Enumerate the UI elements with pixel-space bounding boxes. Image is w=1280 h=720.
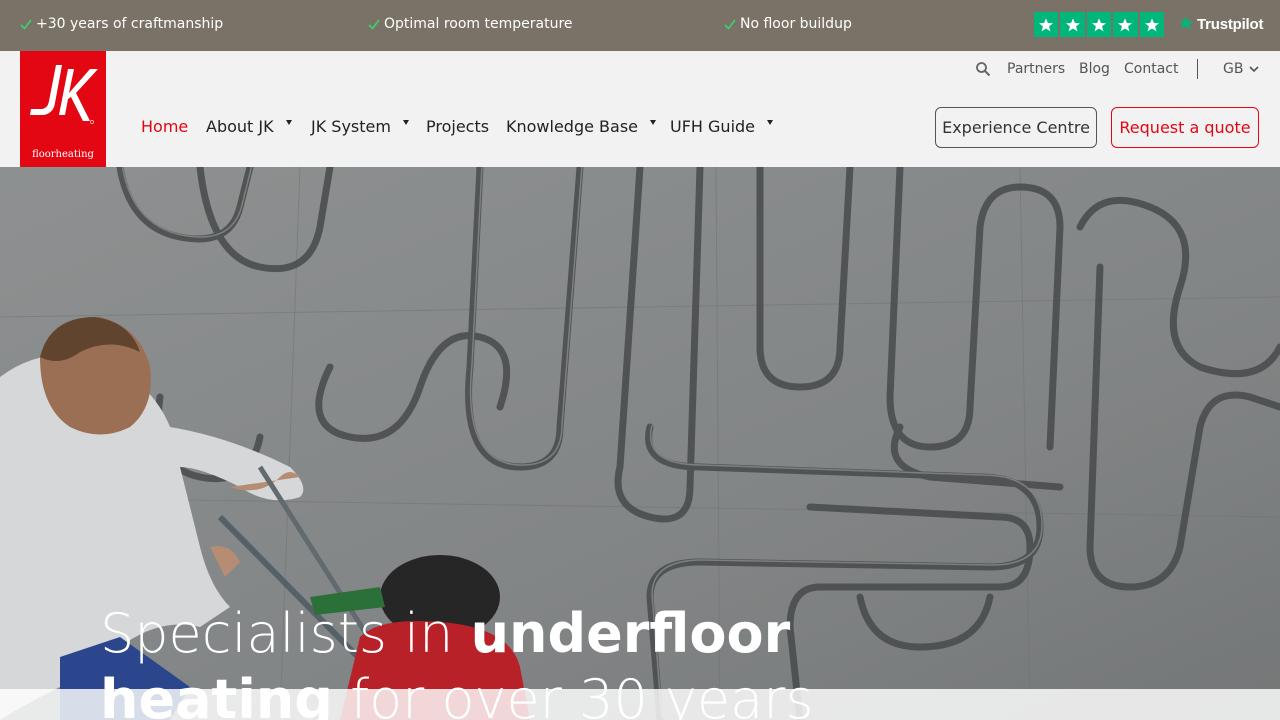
language-label: GB <box>1223 61 1244 77</box>
utility-divider <box>1197 59 1198 79</box>
star-icon <box>1139 12 1164 37</box>
usp-text: Optimal room temperature <box>384 16 573 32</box>
star-icon <box>1060 12 1085 37</box>
hero-section: Specialists in underfloor heating for ov… <box>0 167 1280 720</box>
jk-logo[interactable]: floorheating <box>20 51 106 167</box>
trustpilot-widget[interactable]: Trustpilot <box>1034 12 1263 37</box>
experience-centre-button[interactable]: Experience Centre <box>935 107 1097 148</box>
trustpilot-star-icon <box>1178 15 1194 35</box>
nav-item-jk-system[interactable]: JK System <box>311 117 409 136</box>
nav-item-ufh-guide[interactable]: UFH Guide <box>670 117 774 136</box>
search-button[interactable] <box>975 61 991 79</box>
check-icon <box>368 17 380 31</box>
trustpilot-logo: Trustpilot <box>1178 15 1263 35</box>
check-icon <box>724 17 736 31</box>
jk-logo-mark <box>30 65 98 124</box>
nav-item-projects[interactable]: Projects <box>426 117 489 136</box>
logo-subtitle: floorheating <box>32 149 94 160</box>
search-icon <box>976 62 991 77</box>
star-icon <box>1113 12 1138 37</box>
utility-link-contact[interactable]: Contact <box>1124 61 1178 79</box>
trustpilot-stars <box>1034 12 1164 37</box>
top-usp-bar: +30 years of craftmanship Optimal room t… <box>0 0 1280 51</box>
star-icon <box>1034 12 1059 37</box>
caret-down-icon <box>767 120 774 125</box>
star-icon <box>1086 12 1112 37</box>
check-icon <box>20 17 32 31</box>
usp-item: No floor buildup <box>724 16 852 32</box>
caret-down-icon <box>285 120 292 125</box>
request-quote-button[interactable]: Request a quote <box>1111 107 1259 148</box>
utility-link-partners[interactable]: Partners <box>1007 61 1065 79</box>
nav-item-home[interactable]: Home <box>141 117 188 136</box>
usp-text: No floor buildup <box>740 16 852 32</box>
nav-item-about[interactable]: About JK <box>206 117 292 136</box>
usp-text: +30 years of craftmanship <box>36 16 224 32</box>
bottom-overlay-band <box>0 689 1280 720</box>
language-selector[interactable]: GB <box>1223 61 1260 77</box>
caret-down-icon <box>650 120 656 125</box>
usp-item: Optimal room temperature <box>368 16 573 32</box>
usp-item: +30 years of craftmanship <box>20 16 223 32</box>
trustpilot-brand: Trustpilot <box>1196 16 1264 33</box>
chevron-down-icon <box>1249 65 1260 72</box>
utility-link-blog[interactable]: Blog <box>1079 61 1110 79</box>
nav-item-knowledge-base[interactable]: Knowledge Base <box>506 117 656 136</box>
caret-down-icon <box>402 120 409 125</box>
